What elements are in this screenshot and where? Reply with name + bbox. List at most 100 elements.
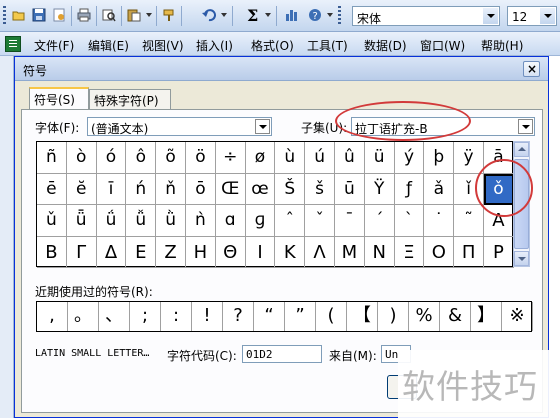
- font-combo[interactable]: (普通文本): [87, 117, 272, 136]
- autosum-icon[interactable]: Σ: [247, 6, 258, 25]
- symbol-cell[interactable]: ā: [484, 142, 514, 174]
- menu-insert[interactable]: 插入(I): [196, 37, 233, 54]
- symbol-cell[interactable]: ÿ: [454, 142, 484, 174]
- symbol-cell[interactable]: ÷: [215, 142, 246, 174]
- scroll-thumb[interactable]: [514, 159, 529, 249]
- close-button[interactable]: ×: [523, 61, 540, 77]
- menu-edit[interactable]: 编辑(E): [88, 37, 129, 54]
- recent-symbol-cell[interactable]: (: [316, 302, 347, 331]
- menu-tools[interactable]: 工具(T): [307, 37, 348, 54]
- symbol-cell[interactable]: ň: [156, 173, 186, 205]
- symbol-cell[interactable]: ɡ: [245, 205, 276, 237]
- dialog-title-bar[interactable]: 符号 ×: [15, 57, 548, 81]
- symbol-cell[interactable]: ǖ: [66, 205, 97, 237]
- symbol-cell[interactable]: õ: [156, 142, 186, 174]
- recent-symbol-cell[interactable]: ;: [130, 302, 161, 331]
- chart-icon[interactable]: [283, 5, 301, 25]
- recent-symbol-cell[interactable]: &: [440, 302, 471, 331]
- symbol-cell[interactable]: ý: [394, 142, 425, 174]
- symbol-cell[interactable]: ē: [37, 173, 67, 205]
- symbol-cell[interactable]: þ: [424, 142, 455, 174]
- formatting-toolbar-grip[interactable]: [338, 6, 341, 26]
- symbol-cell[interactable]: ù: [275, 142, 306, 174]
- symbol-cell[interactable]: ˇ: [305, 205, 335, 237]
- symbol-cell[interactable]: ø: [245, 142, 276, 174]
- symbol-grid-scrollbar[interactable]: [513, 141, 530, 267]
- format-painter-icon[interactable]: [160, 5, 178, 25]
- subset-combo[interactable]: 拉丁语扩充-B: [351, 117, 535, 136]
- symbol-cell[interactable]: Œ: [215, 173, 246, 205]
- excel-document-icon[interactable]: [5, 36, 21, 52]
- symbol-cell[interactable]: ˆ: [275, 205, 306, 237]
- symbol-cell[interactable]: ō: [186, 173, 216, 205]
- symbol-cell[interactable]: Ο: [424, 236, 455, 268]
- help-icon[interactable]: ?: [306, 5, 324, 25]
- symbol-cell[interactable]: ǔ: [37, 205, 67, 237]
- symbol-cell[interactable]: ˙: [424, 205, 455, 237]
- menu-window[interactable]: 窗口(W): [420, 37, 465, 54]
- menu-format[interactable]: 格式(O): [251, 37, 294, 54]
- symbol-cell[interactable]: ǚ: [126, 205, 157, 237]
- symbol-cell[interactable]: ĕ: [66, 173, 97, 205]
- paste-dropdown-arrow[interactable]: [146, 13, 152, 17]
- symbol-cell[interactable]: ˋ: [394, 205, 425, 237]
- open-icon[interactable]: [10, 5, 28, 25]
- symbol-cell[interactable]: ô: [126, 142, 157, 174]
- font-size-dropdown-arrow[interactable]: [540, 8, 555, 24]
- symbol-cell[interactable]: ò: [66, 142, 97, 174]
- symbol-cell[interactable]: ǒ: [484, 173, 514, 205]
- symbol-cell[interactable]: ǘ: [96, 205, 127, 237]
- tab-symbols[interactable]: 符号(S): [29, 87, 89, 109]
- symbol-cell[interactable]: ˊ: [364, 205, 395, 237]
- symbol-cell[interactable]: š: [305, 173, 335, 205]
- symbol-cell[interactable]: ī: [96, 173, 127, 205]
- symbol-cell[interactable]: Δ: [96, 236, 127, 268]
- symbol-cell[interactable]: Α: [484, 205, 514, 237]
- symbol-cell[interactable]: ƒ: [394, 173, 425, 205]
- subset-combo-arrow[interactable]: [518, 119, 533, 134]
- symbol-cell[interactable]: ǹ: [186, 205, 216, 237]
- toolbar-grip[interactable]: [3, 6, 6, 26]
- recent-symbol-cell[interactable]: %: [409, 302, 440, 331]
- symbol-cell[interactable]: Ξ: [394, 236, 425, 268]
- symbol-cell[interactable]: ū: [335, 173, 365, 205]
- scroll-down-arrow[interactable]: [514, 251, 529, 266]
- symbol-cell[interactable]: Ÿ: [364, 173, 395, 205]
- menu-help[interactable]: 帮助(H): [481, 37, 523, 54]
- symbol-cell[interactable]: Β: [37, 236, 67, 268]
- menu-file[interactable]: 文件(F): [34, 37, 74, 54]
- symbol-cell[interactable]: Λ: [305, 236, 335, 268]
- symbol-cell[interactable]: Κ: [275, 236, 306, 268]
- recent-symbol-cell[interactable]: ?: [223, 302, 254, 331]
- symbol-cell[interactable]: û: [335, 142, 365, 174]
- recent-symbol-cell[interactable]: ,: [37, 302, 68, 331]
- font-name-combo[interactable]: 宋体: [352, 6, 500, 26]
- symbol-cell[interactable]: Ρ: [484, 236, 514, 268]
- symbol-cell[interactable]: Π: [454, 236, 484, 268]
- symbol-cell[interactable]: ɑ: [215, 205, 246, 237]
- recent-symbol-cell[interactable]: 】: [471, 302, 502, 331]
- symbol-cell[interactable]: Ν: [364, 236, 395, 268]
- scroll-up-arrow[interactable]: [514, 142, 529, 157]
- autosum-dropdown-arrow[interactable]: [265, 13, 271, 17]
- symbol-cell[interactable]: ǜ: [156, 205, 186, 237]
- character-code-field[interactable]: 01D2: [242, 345, 322, 363]
- symbol-cell[interactable]: Θ: [215, 236, 246, 268]
- symbol-cell[interactable]: ü: [364, 142, 395, 174]
- paste-icon[interactable]: [125, 5, 143, 25]
- recent-symbol-cell[interactable]: 。: [68, 302, 99, 331]
- font-name-dropdown-arrow[interactable]: [483, 8, 498, 24]
- print-icon[interactable]: [75, 5, 93, 25]
- symbol-cell[interactable]: ǎ: [424, 173, 455, 205]
- symbol-cell[interactable]: Ζ: [156, 236, 186, 268]
- recent-symbol-cell[interactable]: !: [192, 302, 223, 331]
- recent-symbol-cell[interactable]: ): [378, 302, 409, 331]
- symbol-cell[interactable]: ˜: [454, 205, 484, 237]
- symbol-cell[interactable]: Š: [275, 173, 306, 205]
- research-icon[interactable]: [100, 5, 118, 25]
- symbol-cell[interactable]: ñ: [37, 142, 67, 174]
- symbol-cell[interactable]: ó: [96, 142, 127, 174]
- symbol-cell[interactable]: ń: [126, 173, 157, 205]
- tab-special-characters[interactable]: 特殊字符(P): [89, 89, 171, 109]
- symbol-cell[interactable]: Ι: [245, 236, 276, 268]
